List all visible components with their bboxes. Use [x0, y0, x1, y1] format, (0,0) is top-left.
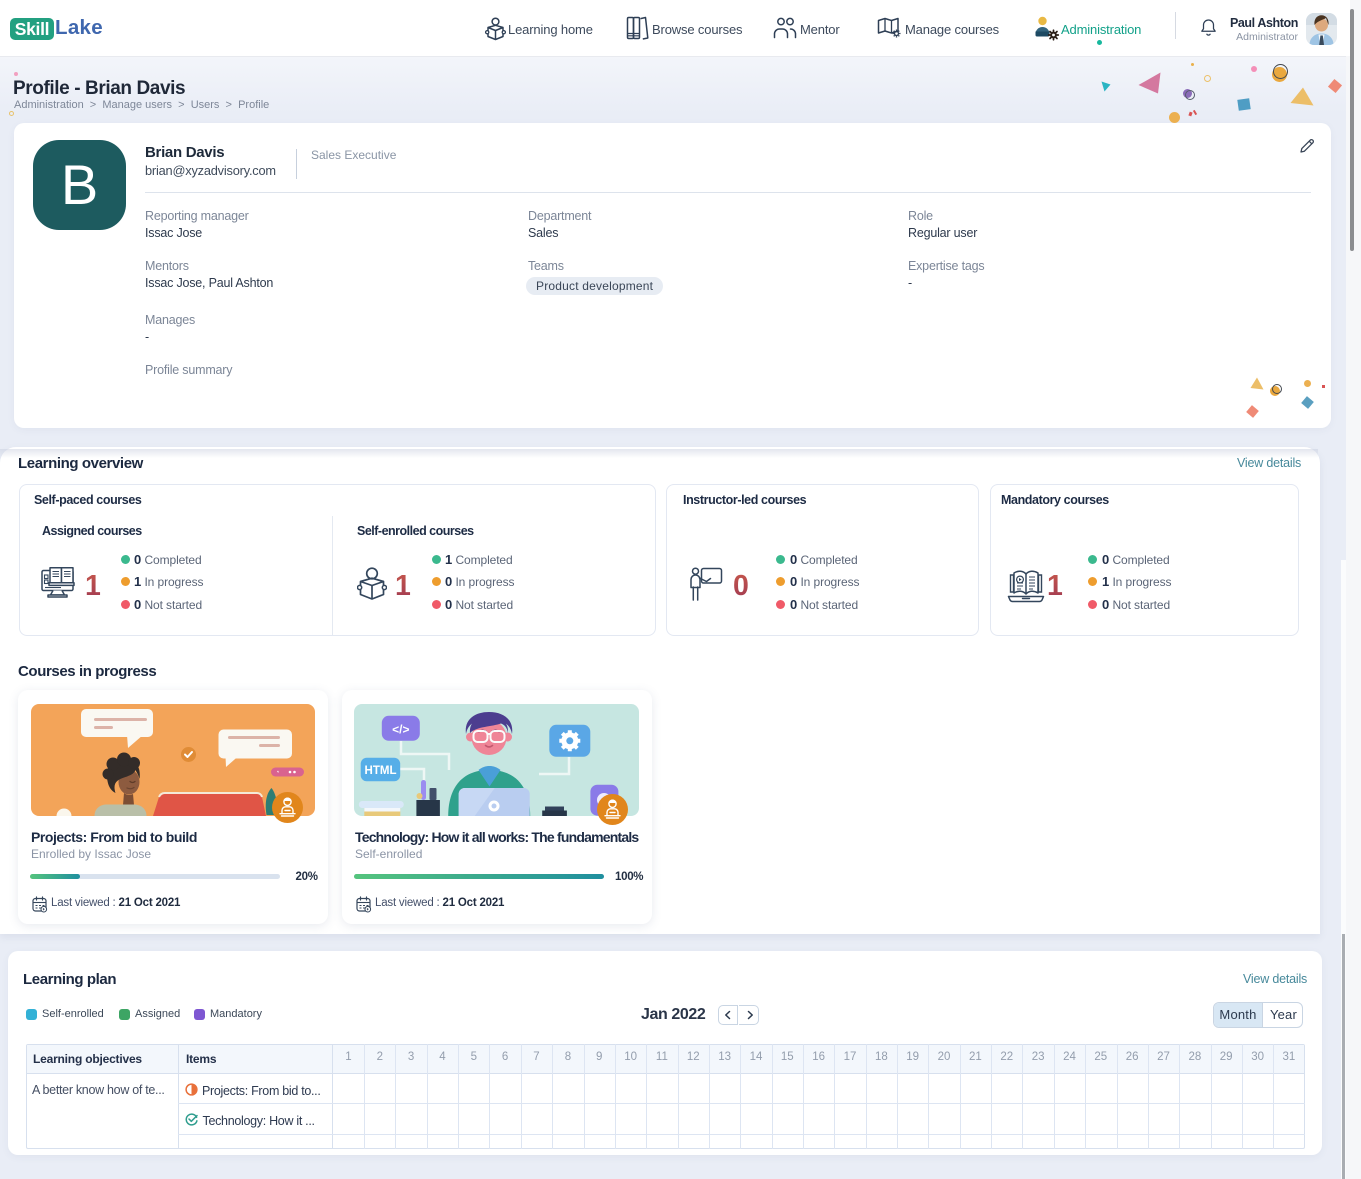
svg-text:</>: </>	[392, 723, 409, 737]
svg-text:HTML: HTML	[365, 765, 397, 777]
